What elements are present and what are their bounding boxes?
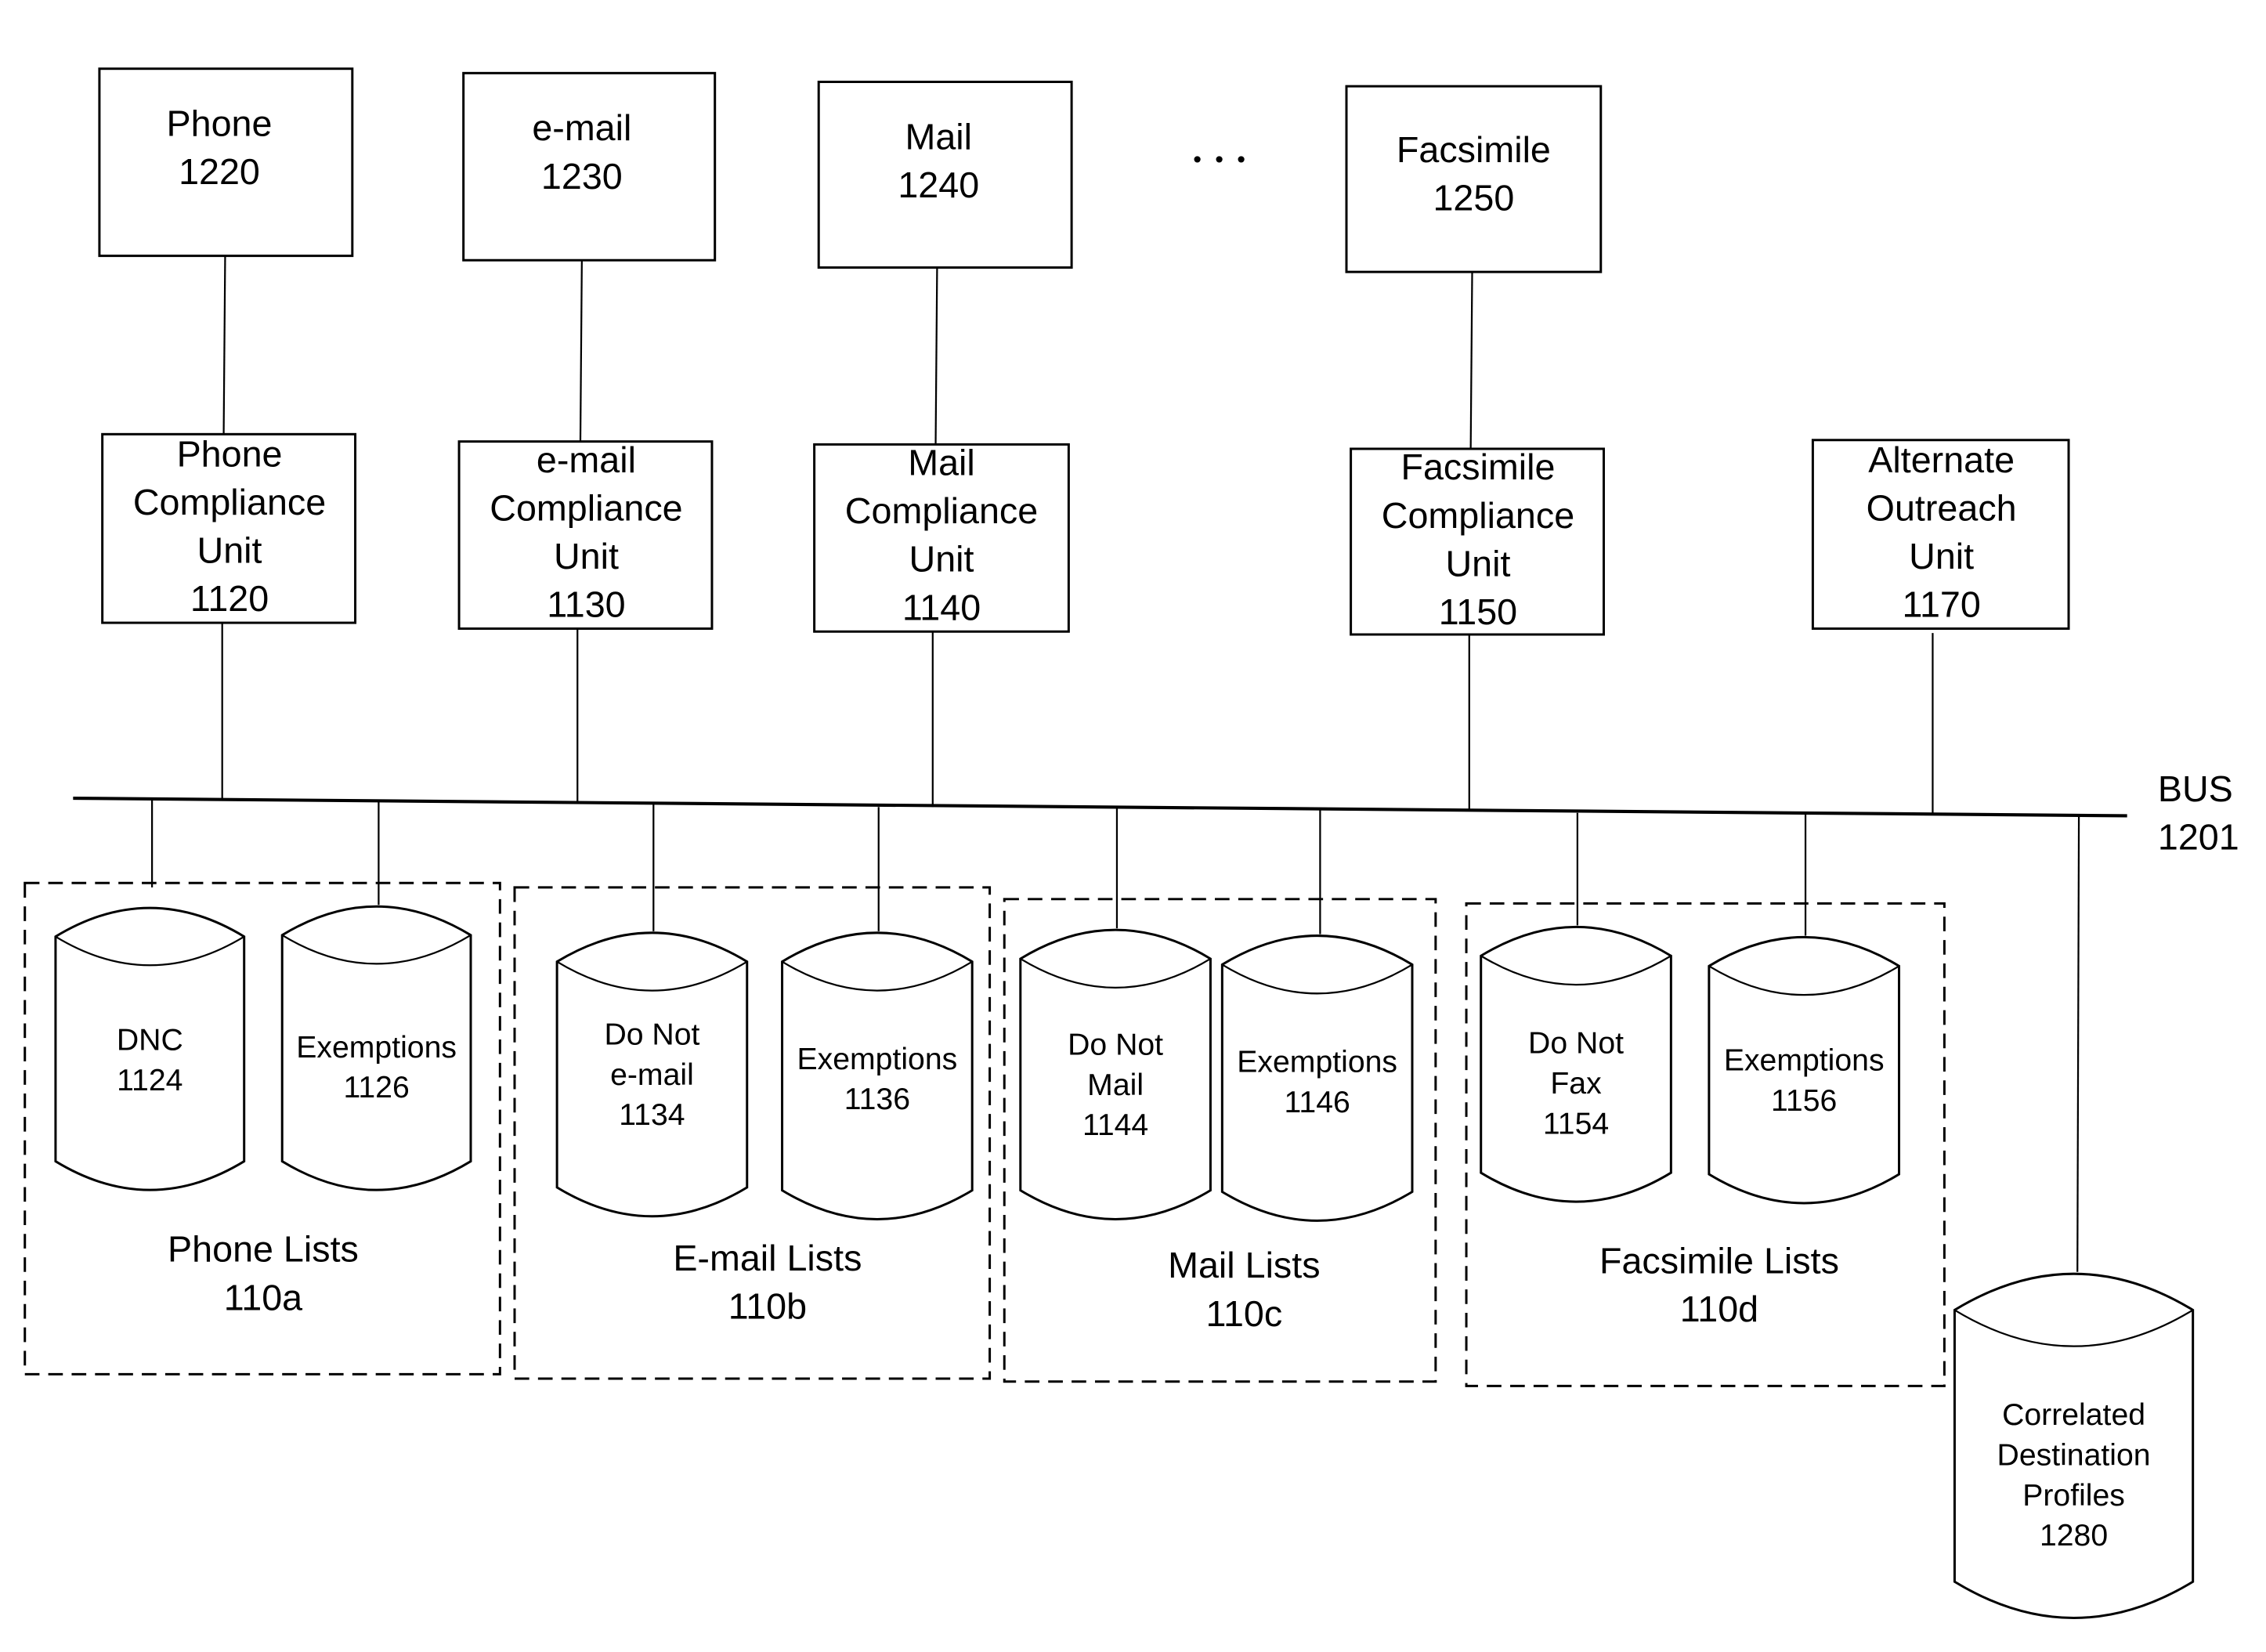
connector-bus-to-profiles: [2076, 815, 2080, 1272]
list-group-mail-id: 110c: [1205, 1293, 1282, 1334]
channel-fax-id: 1250: [1433, 178, 1514, 219]
db-do-not-fax: Do Not Fax 1154: [1480, 925, 1672, 1203]
db-dnc: DNC 1124: [54, 906, 246, 1191]
db-do-not-mail-id: 1144: [1082, 1108, 1148, 1142]
compliance-unit-mail: Mail Compliance Unit 1140: [813, 443, 1070, 633]
db-do-not-fax-label: Fax: [1550, 1067, 1602, 1101]
db-mail-exemptions-id: 1146: [1285, 1086, 1350, 1119]
channel-email-id: 1230: [541, 156, 623, 197]
compliance-unit-email-line2: Compliance: [490, 487, 682, 528]
db-correlated-destination-profiles-id: 1280: [2040, 1519, 2108, 1553]
list-group-phone-id: 110a: [224, 1277, 302, 1318]
channel-phone-id: 1220: [179, 151, 260, 192]
compliance-unit-fax-line3: Unit: [1445, 543, 1510, 584]
alternate-outreach-unit-id: 1170: [1902, 584, 1980, 625]
compliance-unit-fax-line1: Facsimile: [1400, 446, 1555, 487]
db-do-not-fax-label: Do Not: [1528, 1027, 1624, 1061]
list-group-email-title: E-mail Lists: [673, 1238, 862, 1278]
compliance-unit-mail-line1: Mail: [908, 443, 975, 483]
db-correlated-destination-profiles-label: Destination: [1997, 1439, 2151, 1473]
compliance-unit-phone-id: 1120: [190, 578, 269, 619]
db-dnc-label: DNC: [117, 1024, 183, 1057]
list-group-fax-title: Facsimile Lists: [1599, 1241, 1839, 1281]
compliance-unit-phone-line1: Phone: [177, 433, 283, 474]
compliance-unit-email: e-mail Compliance Unit 1130: [457, 439, 714, 631]
connector-mail-channel-to-unit: [934, 267, 938, 445]
compliance-unit-alternate-outreach: Alternate Outreach Unit 1170: [1811, 439, 2070, 631]
compliance-architecture-diagram: Phone 1220 e-mail 1230 Mail 1240 Facsimi…: [23, 67, 2239, 1619]
alternate-outreach-unit-line2: Outreach: [1867, 487, 2017, 528]
channel-mail-label: Mail: [905, 116, 972, 157]
list-group-email-id: 110b: [728, 1285, 807, 1326]
db-correlated-destination-profiles-label: Correlated: [2002, 1398, 2145, 1432]
db-email-exemptions: Exemptions 1136: [781, 931, 974, 1220]
compliance-unit-fax: Facsimile Compliance Unit 1150: [1350, 446, 1605, 636]
compliance-unit-email-line1: e-mail: [537, 439, 636, 480]
connector-fax-channel-to-unit: [1469, 272, 1473, 449]
connector-email-channel-to-unit: [579, 260, 583, 442]
compliance-unit-phone: Phone Compliance Unit 1120: [101, 432, 357, 624]
db-correlated-destination-profiles: Correlated Destination Profiles 1280: [1953, 1272, 2195, 1619]
channel-phone-label: Phone: [167, 103, 273, 144]
channel-fax-label: Facsimile: [1397, 129, 1551, 170]
db-fax-exemptions-label: Exemptions: [1724, 1044, 1885, 1078]
db-do-not-fax-id: 1154: [1543, 1107, 1609, 1140]
db-dnc-id: 1124: [117, 1064, 183, 1097]
alternate-outreach-unit-line3: Unit: [1909, 536, 1974, 577]
db-do-not-email: Do Not e-mail 1134: [555, 931, 749, 1218]
compliance-unit-mail-id: 1140: [902, 587, 981, 627]
compliance-unit-phone-line2: Compliance: [133, 482, 326, 522]
db-mail-exemptions: Exemptions 1146: [1220, 934, 1414, 1222]
db-correlated-destination-profiles-label: Profiles: [2022, 1479, 2125, 1513]
list-group-mail-title: Mail Lists: [1168, 1245, 1320, 1285]
list-group-phone-title: Phone Lists: [168, 1229, 359, 1270]
compliance-unit-mail-line2: Compliance: [845, 490, 1038, 531]
db-email-exemptions-id: 1136: [844, 1083, 910, 1116]
db-fax-exemptions-id: 1156: [1771, 1084, 1837, 1118]
db-phone-exemptions-id: 1126: [343, 1071, 409, 1104]
channel-email-label: e-mail: [532, 107, 631, 148]
db-do-not-mail-label: Mail: [1087, 1068, 1144, 1102]
alternate-outreach-unit-line1: Alternate: [1868, 439, 2015, 480]
compliance-unit-fax-line2: Compliance: [1382, 495, 1574, 536]
ellipsis-more-channels: [1194, 156, 1245, 163]
db-email-exemptions-label: Exemptions: [797, 1043, 957, 1076]
list-group-fax-id: 110d: [1680, 1289, 1758, 1329]
channel-phone: Phone 1220: [98, 67, 354, 258]
db-do-not-email-label: e-mail: [610, 1058, 694, 1092]
compliance-unit-fax-id: 1150: [1439, 591, 1517, 632]
compliance-unit-email-line3: Unit: [554, 536, 619, 577]
connector-phone-channel-to-unit: [222, 255, 226, 435]
bus-name: BUS: [2158, 768, 2233, 809]
db-do-not-mail: Do Not Mail 1144: [1019, 928, 1212, 1220]
channel-fax: Facsimile 1250: [1345, 85, 1603, 273]
channel-mail: Mail 1240: [817, 81, 1073, 269]
channel-email: e-mail 1230: [462, 71, 717, 262]
db-do-not-mail-label: Do Not: [1068, 1028, 1163, 1062]
channel-mail-id: 1240: [898, 164, 979, 205]
db-do-not-email-label: Do Not: [604, 1018, 699, 1052]
db-phone-exemptions: Exemptions 1126: [280, 905, 472, 1191]
db-mail-exemptions-label: Exemptions: [1237, 1046, 1397, 1079]
bus-line: [73, 796, 2127, 818]
bus-id: 1201: [2158, 816, 2239, 857]
db-do-not-fax-body: [1480, 925, 1672, 1203]
db-fax-exemptions: Exemptions 1156: [1708, 936, 1901, 1205]
db-phone-exemptions-label: Exemptions: [296, 1031, 457, 1065]
database-cylinders: DNC 1124 Exemptions 1126 Do Not e-mail 1134 Exe…: [54, 905, 2195, 1619]
compliance-unit-mail-line3: Unit: [909, 539, 974, 580]
db-do-not-email-id: 1134: [619, 1098, 685, 1132]
compliance-unit-email-id: 1130: [547, 584, 625, 625]
compliance-unit-phone-line3: Unit: [197, 530, 262, 571]
